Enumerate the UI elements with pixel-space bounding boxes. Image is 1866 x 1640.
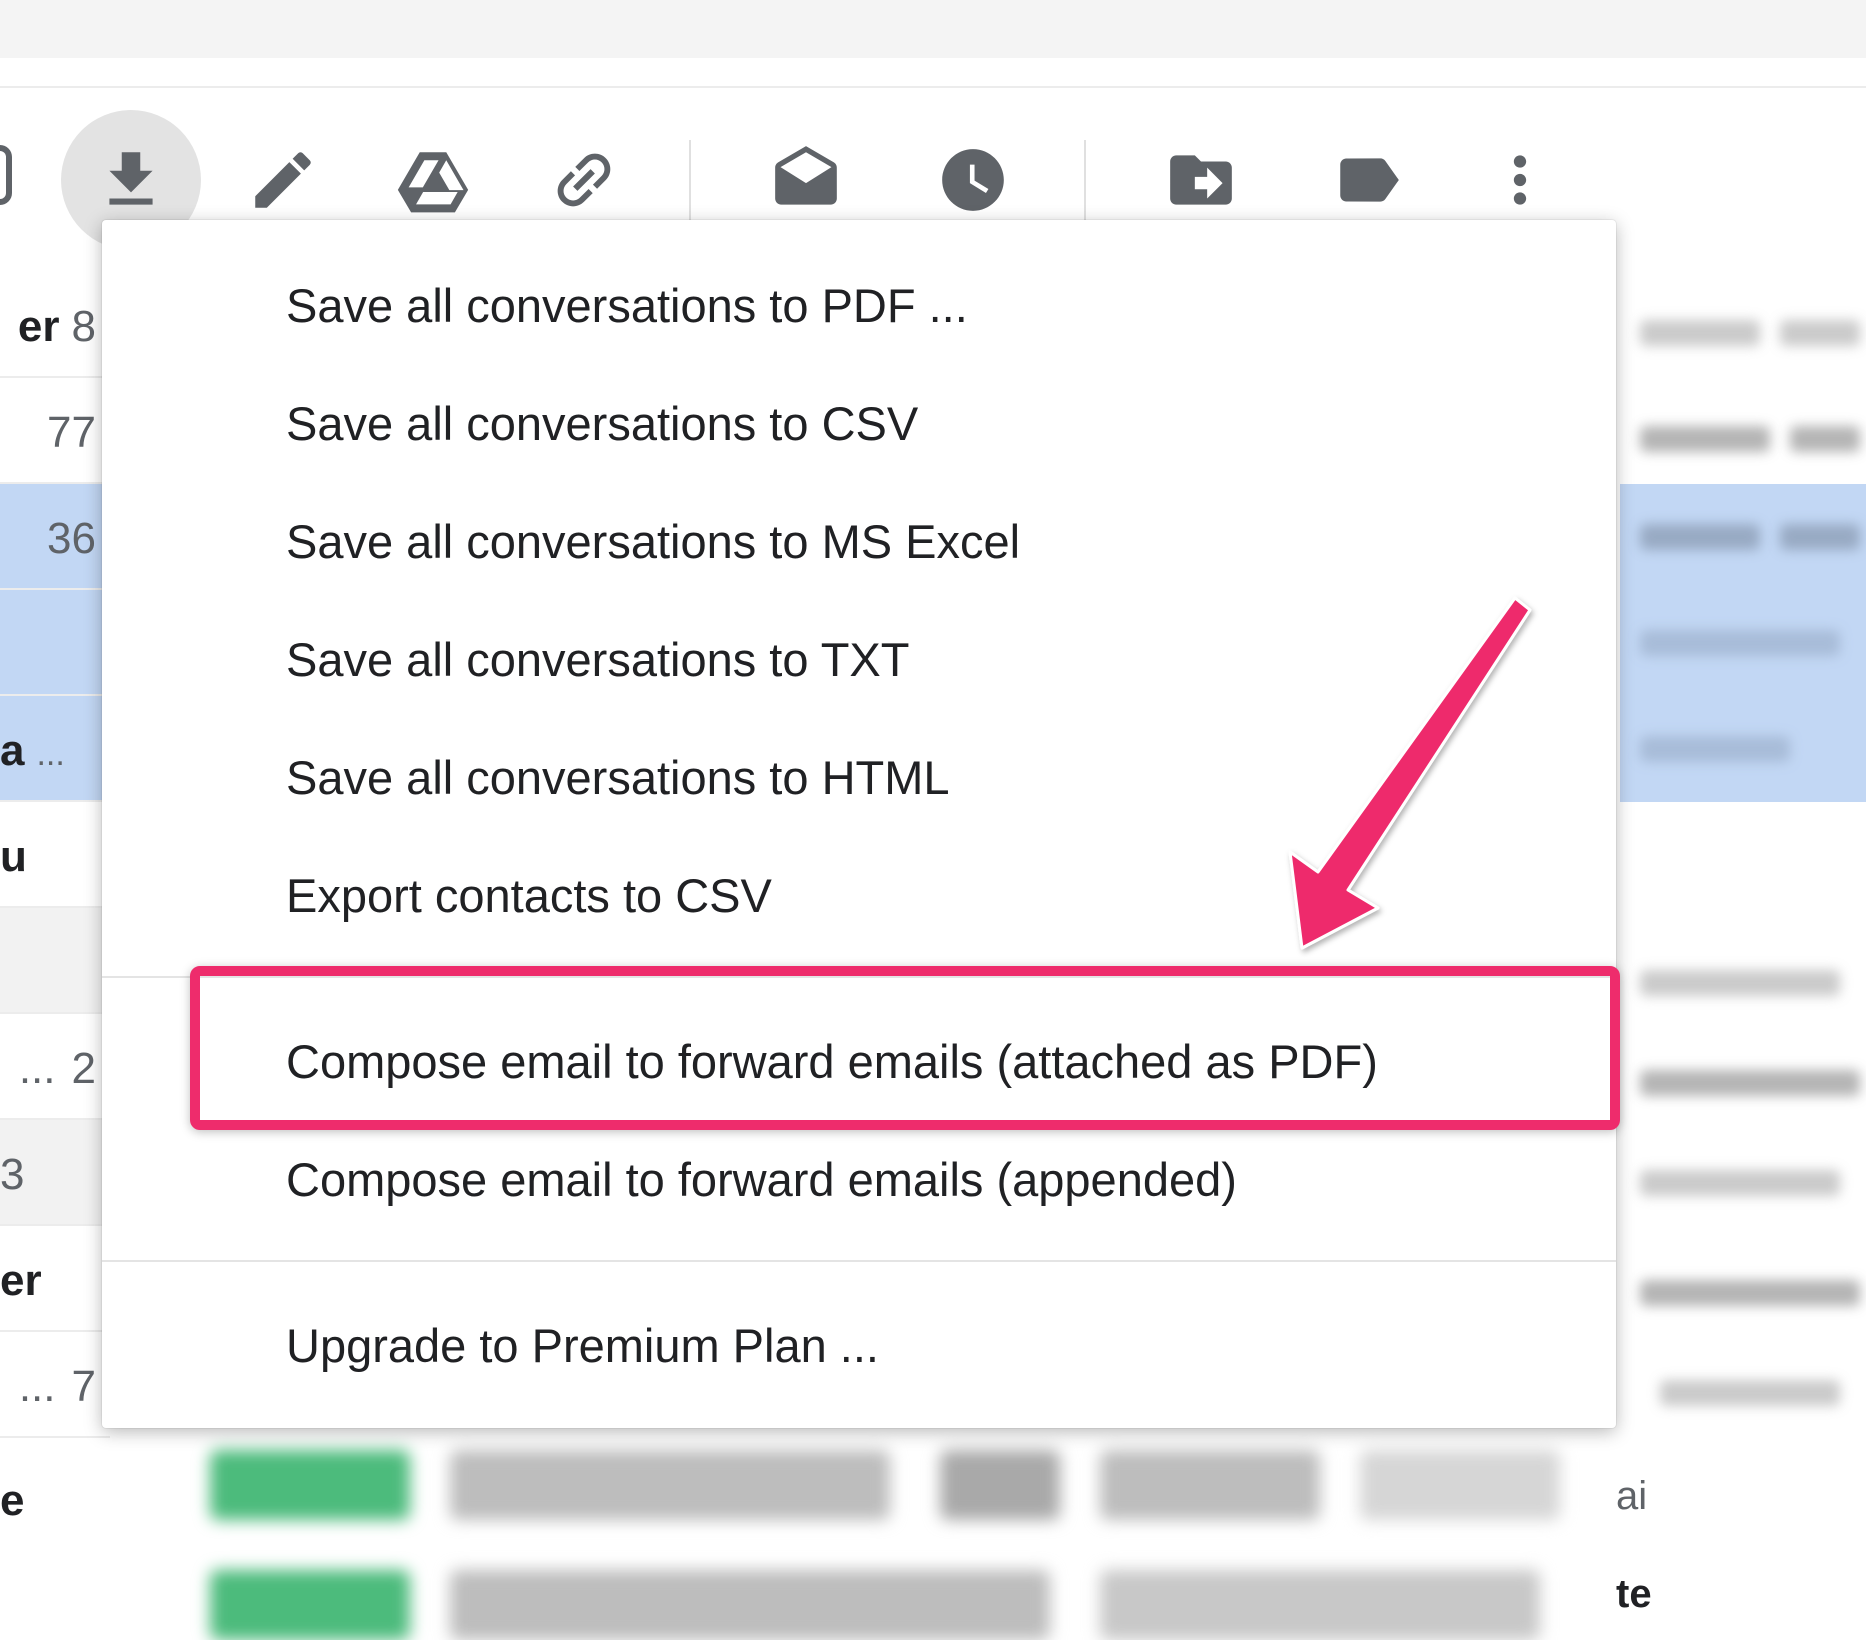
- menu-item-upgrade-premium[interactable]: Upgrade to Premium Plan ...: [102, 1290, 1616, 1400]
- mark-as-read-icon: [775, 146, 837, 205]
- snooze-clock-icon: [942, 149, 1004, 211]
- list-item-text: ... 2: [19, 1044, 96, 1094]
- menu-item-save-pdf[interactable]: Save all conversations to PDF ...: [102, 250, 1616, 360]
- blurred-text: [1100, 1450, 1320, 1520]
- menu-item-save-csv[interactable]: Save all conversations to CSV: [102, 368, 1616, 478]
- menu-item-save-excel[interactable]: Save all conversations to MS Excel: [102, 486, 1616, 596]
- sender-fragment: 3: [0, 1150, 25, 1199]
- list-item[interactable]: 36: [0, 484, 110, 590]
- blurred-row: [1620, 484, 1866, 590]
- list-item-text: a...: [0, 726, 65, 776]
- blurred-row: [1620, 1350, 1866, 1456]
- download-icon: [109, 152, 153, 205]
- list-item-text: er 8: [18, 302, 96, 352]
- blurred-row: [1620, 1140, 1866, 1246]
- right-text-fragment: ai: [1616, 1474, 1648, 1518]
- blurred-text: [1360, 1450, 1560, 1520]
- right-text-fragment: te: [1616, 1572, 1652, 1616]
- blurred-label-chip: [210, 1450, 410, 1520]
- blurred-row: [1620, 940, 1866, 1046]
- list-item[interactable]: a...: [0, 696, 110, 802]
- blurred-row: [1620, 1250, 1866, 1356]
- list-item[interactable]: 77: [0, 378, 110, 484]
- toolbar-divider: [1084, 140, 1086, 220]
- thread-count: 36: [47, 514, 96, 563]
- blurred-row: [1620, 696, 1866, 802]
- list-item[interactable]: ... 7: [0, 1332, 110, 1438]
- list-item[interactable]: er 8: [0, 272, 110, 378]
- menu-divider: [102, 1260, 1616, 1262]
- sender-fragment: ...: [18, 1044, 56, 1093]
- sender-fragment: ...: [18, 1362, 56, 1411]
- move-to-icon: [1170, 155, 1232, 205]
- thread-count: 8: [71, 302, 96, 351]
- blurred-text: [1100, 1570, 1540, 1640]
- sender-fragment: e: [0, 1476, 25, 1525]
- list-item[interactable]: [0, 590, 110, 696]
- highlight-annotation-box: [190, 966, 1620, 1130]
- sender-fragment: u: [0, 832, 27, 881]
- sender-fragment: er: [17, 302, 60, 351]
- blurred-row: [1620, 1040, 1866, 1146]
- thread-count: ...: [36, 735, 65, 773]
- sender-fragment: a: [0, 726, 25, 775]
- top-bar: [0, 0, 1866, 58]
- partial-refresh-icon[interactable]: [0, 145, 12, 205]
- annotation-arrow-icon: [1288, 596, 1532, 950]
- thread-count: 77: [47, 408, 96, 457]
- blurred-row: [1620, 290, 1866, 396]
- list-item[interactable]: u: [0, 802, 110, 908]
- thread-count: 2: [71, 1044, 96, 1093]
- sender-fragment: er: [0, 1256, 42, 1305]
- pencil-icon: [255, 152, 311, 208]
- blurred-text: [940, 1450, 1060, 1520]
- toolbar-divider: [689, 140, 691, 220]
- list-item[interactable]: ... 2: [0, 1014, 110, 1120]
- google-drive-icon: [397, 152, 469, 213]
- blurred-text: [450, 1570, 1050, 1640]
- blurred-text: [450, 1450, 890, 1520]
- list-item[interactable]: [0, 908, 110, 1014]
- link-icon: [557, 153, 611, 207]
- more-vert-icon: [1513, 155, 1527, 205]
- list-item[interactable]: er: [0, 1226, 110, 1332]
- label-icon: [1340, 158, 1399, 202]
- thread-count: 7: [71, 1362, 96, 1411]
- top-bar-divider: [0, 86, 1866, 88]
- menu-item-forward-appended[interactable]: Compose email to forward emails (appende…: [102, 1124, 1616, 1234]
- blurred-row: [1620, 590, 1866, 696]
- blurred-label-chip: [210, 1570, 410, 1640]
- list-item-text: ... 7: [19, 1362, 96, 1412]
- list-item[interactable]: 3: [0, 1120, 110, 1226]
